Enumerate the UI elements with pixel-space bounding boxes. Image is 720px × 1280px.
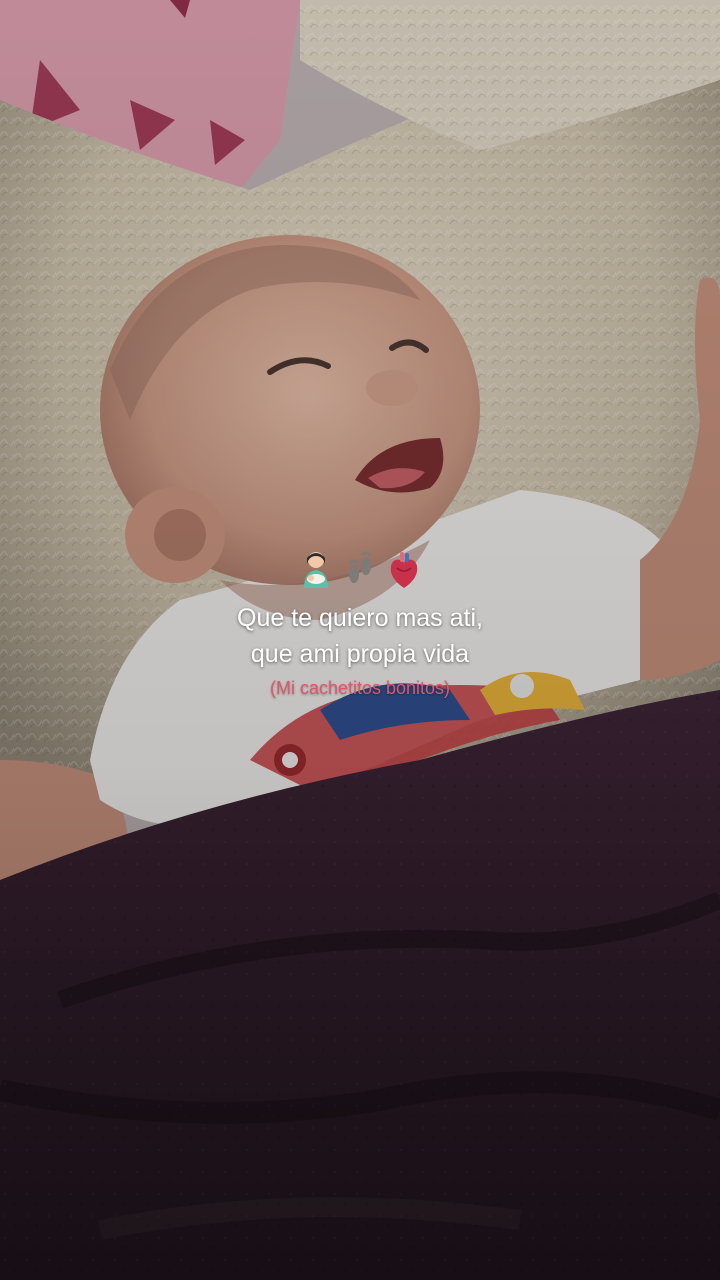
caption-line-2: que ami propia vida bbox=[250, 640, 470, 668]
caption-line-1: Que te quiero mas ati, bbox=[237, 604, 483, 632]
anatomical-heart-icon bbox=[387, 550, 421, 590]
caption-subline: (Mi cachetitos bonitos) bbox=[269, 678, 451, 698]
mother-holding-baby-icon bbox=[299, 550, 333, 590]
footprints-icon bbox=[343, 550, 377, 590]
emoji-row bbox=[0, 548, 720, 592]
caption-overlay: Que te quiero mas ati, que ami propia vi… bbox=[0, 548, 720, 700]
